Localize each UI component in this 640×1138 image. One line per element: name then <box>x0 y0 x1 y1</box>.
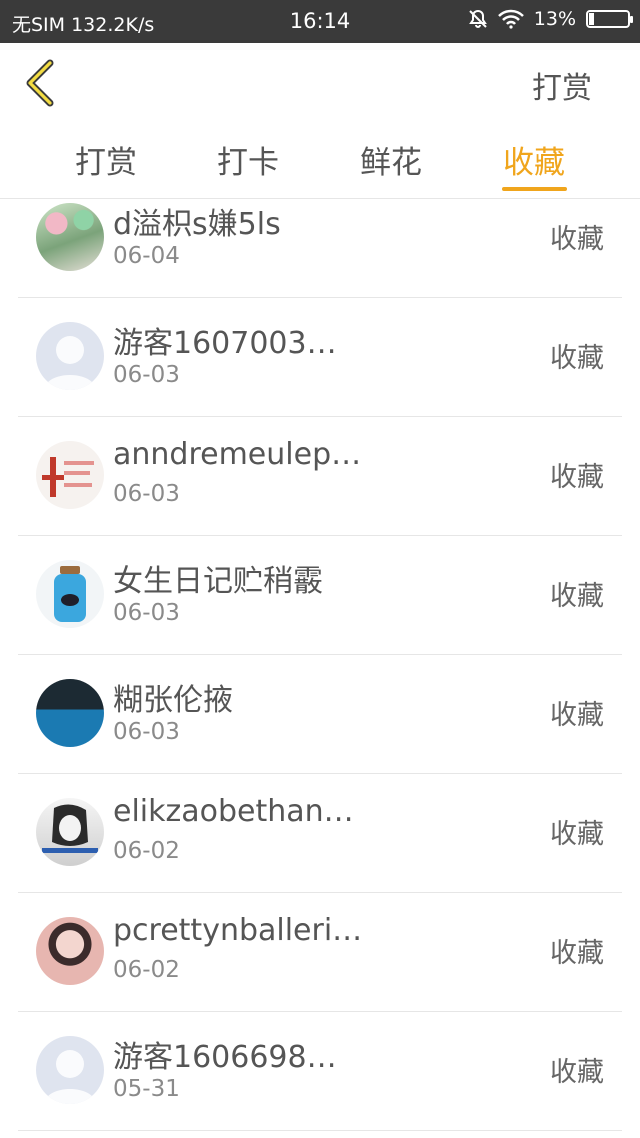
item-action-label: 收藏 <box>550 938 604 969</box>
user-name: 糊张伦掖 <box>113 683 233 718</box>
battery-percent: 13% <box>533 8 576 30</box>
item-action-label: 收藏 <box>550 581 604 612</box>
avatar <box>36 322 104 390</box>
tab-flowers[interactable]: 鲜花 <box>331 137 451 182</box>
default-user-icon <box>44 336 96 390</box>
header: 打赏 <box>0 43 640 123</box>
user-name: 游客1606698… <box>113 1040 337 1075</box>
avatar <box>36 441 104 509</box>
battery-icon <box>586 10 633 28</box>
item-date: 06-02 <box>113 957 180 983</box>
tab-favorites[interactable]: 收藏 <box>474 137 594 182</box>
girl-sketch-avatar <box>42 804 98 853</box>
item-date: 06-04 <box>113 243 180 269</box>
chevron-left-icon <box>26 59 54 107</box>
item-date: 06-02 <box>113 838 180 864</box>
user-name: 游客1607003… <box>113 326 337 361</box>
wifi-icon <box>497 9 524 29</box>
red-logo-avatar <box>42 457 94 497</box>
item-date: 05-31 <box>113 1076 180 1102</box>
tab-checkin[interactable]: 打卡 <box>188 137 308 182</box>
item-date: 06-03 <box>113 719 180 745</box>
user-name: pcrettynballeri… <box>113 913 363 948</box>
user-name: elikzaobethan… <box>113 794 354 829</box>
avatar <box>36 798 104 866</box>
item-action-label: 收藏 <box>550 343 604 374</box>
item-action-label: 收藏 <box>550 700 604 731</box>
list-item[interactable]: 女生日记贮稍霰 06-03 收藏 <box>18 536 622 655</box>
item-action-label: 收藏 <box>550 224 604 255</box>
user-name: d溢枳s嫌5ls <box>113 207 281 242</box>
bottle-avatar <box>54 566 86 622</box>
avatar <box>36 679 104 747</box>
item-date: 06-03 <box>113 481 180 507</box>
user-name: anndremeulep… <box>113 437 362 472</box>
avatar <box>36 203 104 271</box>
favorites-list[interactable]: d溢枳s嫌5ls 06-04 收藏 游客1607003… 06-03 收藏 an… <box>0 199 640 1138</box>
item-action-label: 收藏 <box>550 462 604 493</box>
item-action-label: 收藏 <box>550 819 604 850</box>
mute-bell-icon <box>468 9 488 29</box>
reward-header-button[interactable]: 打赏 <box>532 63 592 107</box>
item-date: 06-03 <box>113 362 180 388</box>
list-item[interactable]: d溢枳s嫌5ls 06-04 收藏 <box>18 199 622 298</box>
status-bar: 无SIM 132.2K/s 16:14 13% <box>0 0 640 43</box>
list-item[interactable]: 游客1606698… 05-31 收藏 <box>18 1012 622 1131</box>
avatar <box>36 560 104 628</box>
tab-active-indicator <box>502 187 567 191</box>
list-item[interactable]: 游客1607003… 06-03 收藏 <box>18 298 622 417</box>
item-date: 06-03 <box>113 600 180 626</box>
list-item[interactable]: anndremeulep… 06-03 收藏 <box>18 417 622 536</box>
user-name: 女生日记贮稍霰 <box>113 564 323 599</box>
status-icons: 13% <box>468 8 633 30</box>
avatar <box>36 917 104 985</box>
list-item[interactable]: elikzaobethan… 06-02 收藏 <box>18 774 622 893</box>
back-button[interactable] <box>22 59 62 107</box>
list-item[interactable]: pcrettynballeri… 06-02 收藏 <box>18 893 622 1012</box>
avatar <box>36 1036 104 1104</box>
list-item[interactable]: 糊张伦掖 06-03 收藏 <box>18 655 622 774</box>
default-user-icon <box>44 1050 96 1104</box>
item-action-label: 收藏 <box>550 1057 604 1088</box>
tab-bar: 打赏 打卡 鲜花 收藏 <box>0 123 640 199</box>
tab-reward[interactable]: 打赏 <box>46 137 166 182</box>
